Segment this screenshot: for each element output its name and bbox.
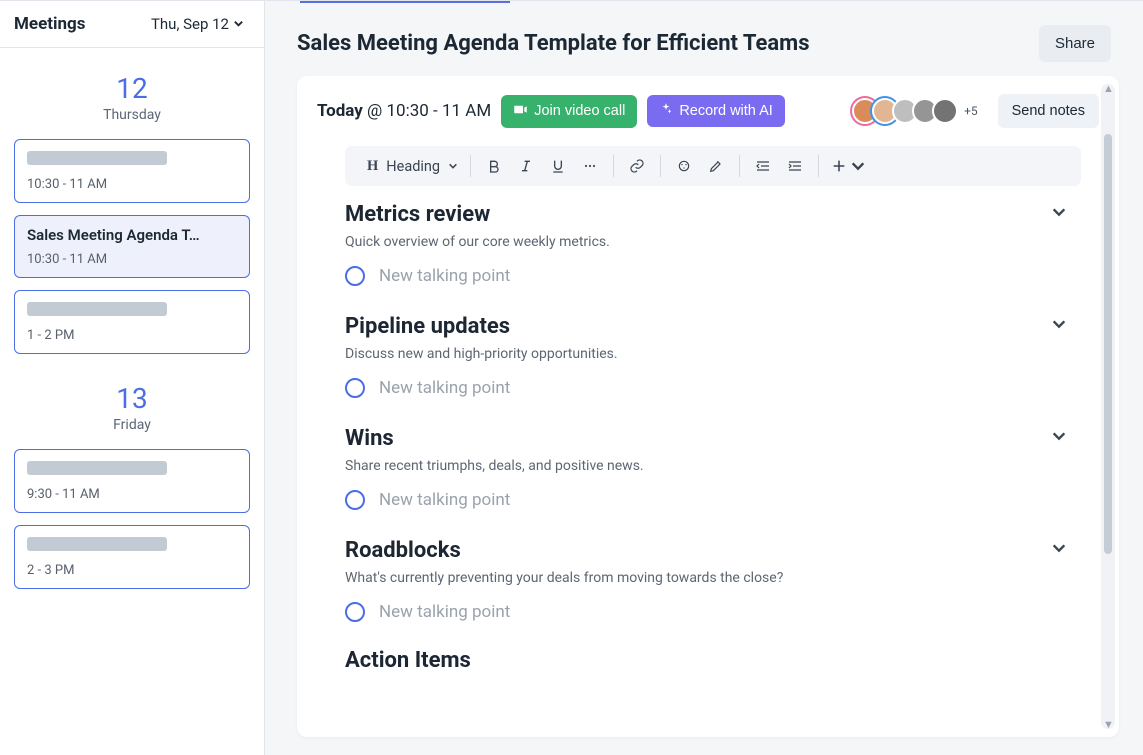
editor-toolbar: H Heading xyxy=(345,146,1081,186)
agenda-section: Pipeline updates Discuss new and high-pr… xyxy=(345,312,1071,398)
more-formatting-button[interactable] xyxy=(579,155,601,177)
checkbox-circle-icon[interactable] xyxy=(345,602,365,622)
add-menu-button[interactable] xyxy=(831,155,866,177)
new-talking-point-label: New talking point xyxy=(379,378,510,398)
sidebar-title: Meetings xyxy=(14,14,85,34)
avatar-overflow-count[interactable]: +5 xyxy=(964,104,978,118)
today-label: Today xyxy=(317,101,363,121)
time-label: @ 10:30 - 11 AM xyxy=(367,101,491,121)
event-card[interactable]: 9:30 - 11 AM xyxy=(14,449,250,513)
video-camera-icon xyxy=(513,102,528,121)
link-button[interactable] xyxy=(626,155,648,177)
new-talking-point[interactable]: New talking point xyxy=(345,490,1071,510)
new-talking-point[interactable]: New talking point xyxy=(345,266,1071,286)
scroll-up-icon[interactable]: ▲ xyxy=(1103,82,1114,95)
section-title[interactable]: Wins xyxy=(345,426,394,451)
event-card-selected[interactable]: Sales Meeting Agenda T… 10:30 - 11 AM xyxy=(14,215,250,278)
checkbox-circle-icon[interactable] xyxy=(345,266,365,286)
page-header: Sales Meeting Agenda Template for Effici… xyxy=(265,1,1143,72)
day-name: Thursday xyxy=(14,107,250,123)
heading-label: Heading xyxy=(386,158,440,175)
record-ai-button[interactable]: Record with AI xyxy=(647,95,785,127)
highlight-button[interactable] xyxy=(705,155,727,177)
section-title[interactable]: Pipeline updates xyxy=(345,314,510,339)
meeting-meta-row: Today @ 10:30 - 11 AM Join video call Re… xyxy=(297,90,1119,138)
day-block: 12 Thursday xyxy=(14,72,250,123)
new-talking-point-label: New talking point xyxy=(379,602,510,622)
section-description[interactable]: What's currently preventing your deals f… xyxy=(345,570,1071,586)
agenda-section: Metrics review Quick overview of our cor… xyxy=(345,200,1071,286)
meeting-panel: Today @ 10:30 - 11 AM Join video call Re… xyxy=(297,76,1119,737)
indent-decrease-button[interactable] xyxy=(752,155,774,177)
event-title-placeholder xyxy=(27,151,167,165)
agenda-section: Wins Share recent triumphs, deals, and p… xyxy=(345,424,1071,510)
section-title-cutoff[interactable]: Action Items xyxy=(345,648,1071,673)
section-description[interactable]: Quick overview of our core weekly metric… xyxy=(345,234,1071,250)
event-time: 10:30 - 11 AM xyxy=(27,252,237,267)
day-block: 13 Friday xyxy=(14,382,250,433)
avatar[interactable] xyxy=(932,98,958,124)
italic-button[interactable] xyxy=(515,155,537,177)
caret-down-icon xyxy=(448,158,458,175)
send-notes-button[interactable]: Send notes xyxy=(998,94,1099,128)
scrollbar-thumb[interactable] xyxy=(1104,134,1112,554)
page-title: Sales Meeting Agenda Template for Effici… xyxy=(297,31,810,56)
event-title-placeholder xyxy=(27,461,167,475)
section-description[interactable]: Share recent triumphs, deals, and positi… xyxy=(345,458,1071,474)
record-ai-label: Record with AI xyxy=(679,103,773,119)
join-video-button[interactable]: Join video call xyxy=(501,95,637,128)
scroll-down-icon[interactable]: ▼ xyxy=(1103,718,1114,731)
agenda-section: Roadblocks What's currently preventing y… xyxy=(345,536,1071,622)
main: Sales Meeting Agenda Template for Effici… xyxy=(265,1,1143,755)
join-video-label: Join video call xyxy=(534,103,625,119)
date-picker-label: Thu, Sep 12 xyxy=(151,15,229,33)
collapse-toggle[interactable] xyxy=(1047,312,1071,340)
event-title-placeholder xyxy=(27,537,167,551)
collapse-toggle[interactable] xyxy=(1047,200,1071,228)
section-title[interactable]: Roadblocks xyxy=(345,538,461,563)
app-root: Meetings Thu, Sep 12 12 Thursday 10:30 -… xyxy=(0,0,1143,755)
new-talking-point-label: New talking point xyxy=(379,266,510,286)
sidebar: Meetings Thu, Sep 12 12 Thursday 10:30 -… xyxy=(0,1,265,755)
day-name: Friday xyxy=(14,417,250,433)
day-number: 12 xyxy=(14,72,250,105)
checkbox-circle-icon[interactable] xyxy=(345,490,365,510)
event-title: Sales Meeting Agenda T… xyxy=(27,226,237,244)
underline-button[interactable] xyxy=(547,155,569,177)
event-title-placeholder xyxy=(27,302,167,316)
bold-button[interactable] xyxy=(483,155,505,177)
indent-increase-button[interactable] xyxy=(784,155,806,177)
color-button[interactable] xyxy=(673,155,695,177)
avatar-stack[interactable]: +5 xyxy=(852,98,978,124)
sidebar-header: Meetings Thu, Sep 12 xyxy=(0,1,264,48)
collapse-toggle[interactable] xyxy=(1047,424,1071,452)
day-number: 13 xyxy=(14,382,250,415)
new-talking-point-label: New talking point xyxy=(379,490,510,510)
section-title[interactable]: Metrics review xyxy=(345,202,490,227)
new-talking-point[interactable]: New talking point xyxy=(345,378,1071,398)
event-time: 10:30 - 11 AM xyxy=(27,177,237,192)
share-button[interactable]: Share xyxy=(1039,25,1111,62)
new-talking-point[interactable]: New talking point xyxy=(345,602,1071,622)
event-time: 2 - 3 PM xyxy=(27,563,237,578)
event-card[interactable]: 10:30 - 11 AM xyxy=(14,139,250,203)
sparkle-icon xyxy=(659,102,673,120)
checkbox-circle-icon[interactable] xyxy=(345,378,365,398)
event-time: 1 - 2 PM xyxy=(27,328,237,343)
sidebar-body[interactable]: 12 Thursday 10:30 - 11 AM Sales Meeting … xyxy=(0,48,264,619)
caret-down-icon xyxy=(233,15,244,33)
event-card[interactable]: 1 - 2 PM xyxy=(14,290,250,354)
heading-dropdown[interactable]: H Heading xyxy=(355,158,470,175)
date-picker[interactable]: Thu, Sep 12 xyxy=(145,11,250,37)
heading-h-icon: H xyxy=(367,158,378,175)
collapse-toggle[interactable] xyxy=(1047,536,1071,564)
event-time: 9:30 - 11 AM xyxy=(27,487,237,502)
event-card[interactable]: 2 - 3 PM xyxy=(14,525,250,589)
section-description[interactable]: Discuss new and high-priority opportunit… xyxy=(345,346,1071,362)
editor-content[interactable]: Metrics review Quick overview of our cor… xyxy=(297,200,1119,723)
meeting-when: Today @ 10:30 - 11 AM xyxy=(317,101,491,121)
scrollbar[interactable]: ▲ ▼ xyxy=(1101,84,1115,729)
